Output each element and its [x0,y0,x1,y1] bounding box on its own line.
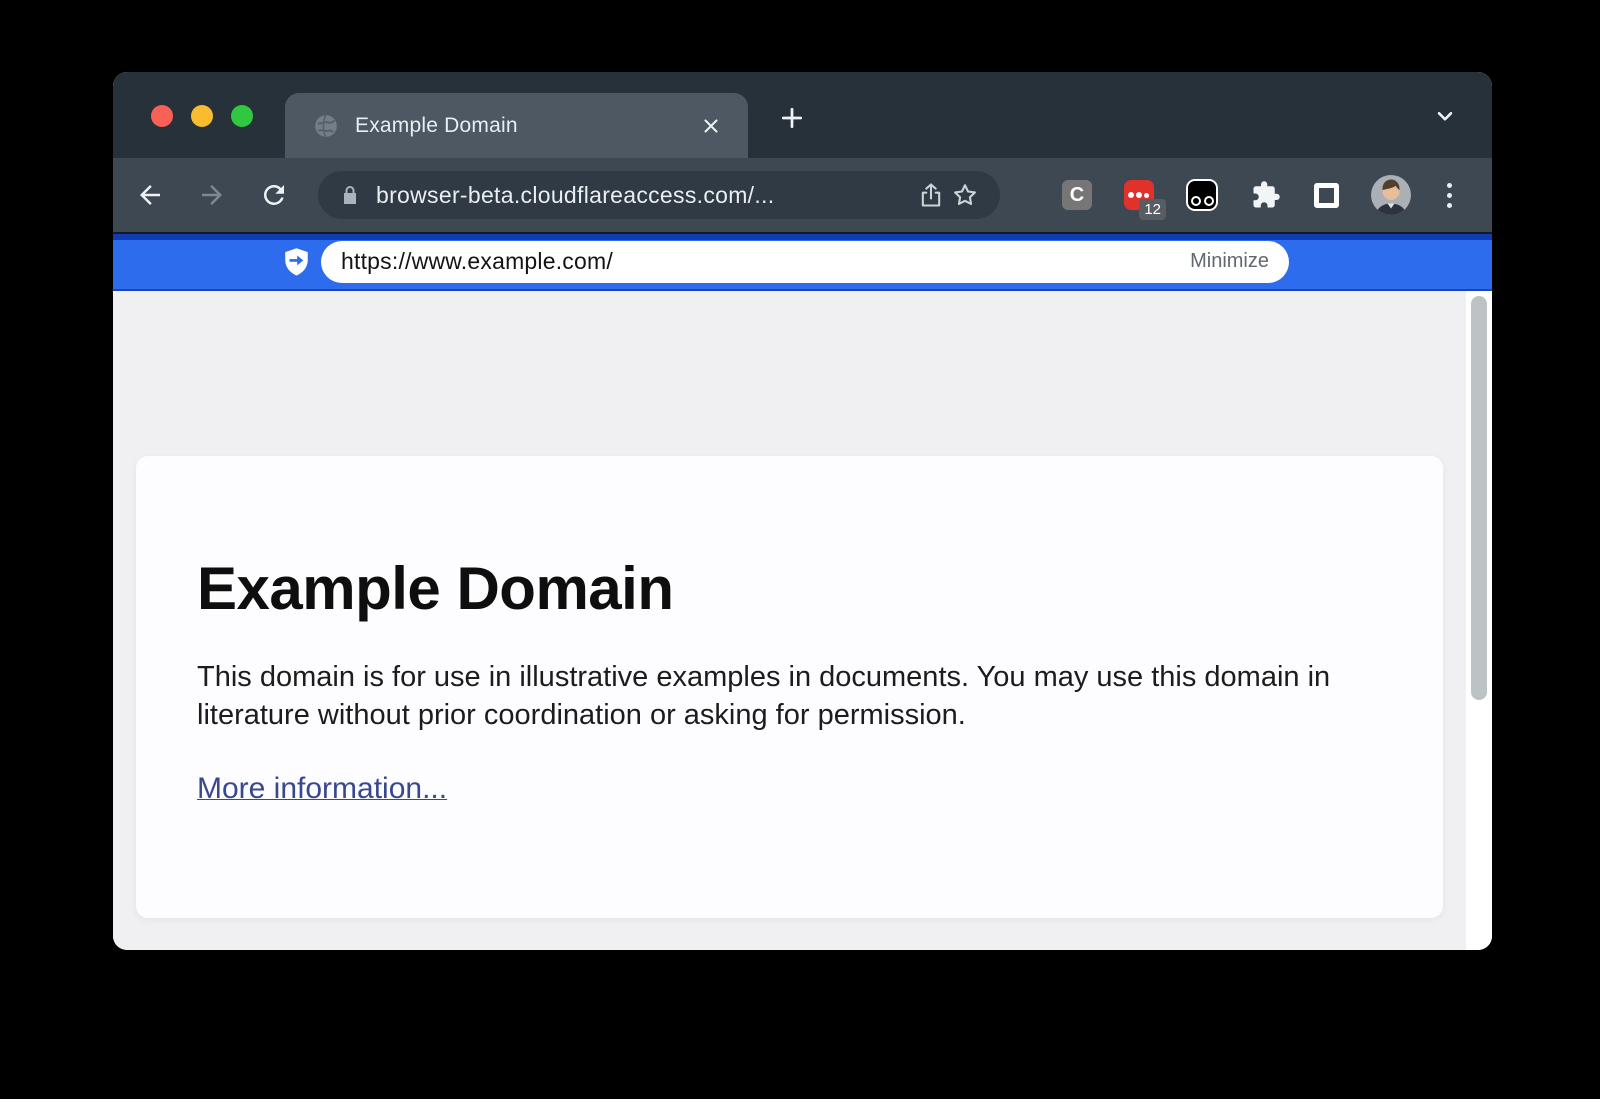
tab-strip: Example Domain [113,72,1492,158]
browser-window: Example Domain browser-beta.cloudflareac [113,72,1492,950]
toolbar-extensions-area: C 12 [1062,158,1456,232]
minimize-window-button[interactable] [191,105,213,127]
extension-badge: 12 [1139,199,1166,220]
extensions-puzzle-icon[interactable] [1250,179,1282,211]
traffic-lights [151,105,253,127]
minimize-bar-button[interactable]: Minimize [1190,250,1269,273]
page-title: Example Domain [197,556,1363,622]
isolation-url-input[interactable]: https://www.example.com/ Minimize [321,241,1289,283]
page-paragraph: This domain is for use in illustrative e… [197,658,1357,734]
reload-button[interactable] [254,175,294,215]
extension-goggles-icon[interactable] [1186,179,1218,211]
zoom-window-button[interactable] [231,105,253,127]
tab-example-domain[interactable]: Example Domain [285,93,748,158]
tab-search-chevron-icon[interactable] [1426,99,1464,133]
extension-c-icon[interactable]: C [1062,180,1092,210]
tab-close-icon[interactable] [696,111,726,141]
back-button[interactable] [130,175,170,215]
more-information-link[interactable]: More information... [197,772,447,806]
chrome-menu-icon[interactable] [1443,179,1456,212]
page-scrollbar-thumb[interactable] [1471,296,1487,700]
profile-avatar[interactable] [1371,175,1411,215]
tab-title: Example Domain [355,114,684,138]
new-tab-button[interactable] [770,96,814,140]
side-panel-icon[interactable] [1314,183,1339,208]
isolation-url-bar: https://www.example.com/ Minimize [113,232,1492,291]
page-viewport: Example Domain This domain is for use in… [113,291,1492,950]
close-window-button[interactable] [151,105,173,127]
example-domain-card: Example Domain This domain is for use in… [136,456,1443,918]
globe-favicon-icon [313,113,339,139]
browser-toolbar: browser-beta.cloudflareaccess.com/... C … [113,158,1492,232]
extension-red-dots-icon[interactable]: 12 [1124,180,1154,210]
share-icon[interactable] [914,178,948,212]
address-bar-url: browser-beta.cloudflareaccess.com/... [376,182,914,209]
address-bar[interactable]: browser-beta.cloudflareaccess.com/... [318,171,1000,219]
isolation-url-text: https://www.example.com/ [341,248,613,275]
bookmark-star-icon[interactable] [948,178,982,212]
page-scrollbar-track[interactable] [1466,291,1492,950]
isolation-shield-icon [283,247,310,277]
lock-icon [338,183,362,207]
forward-button[interactable] [192,175,232,215]
